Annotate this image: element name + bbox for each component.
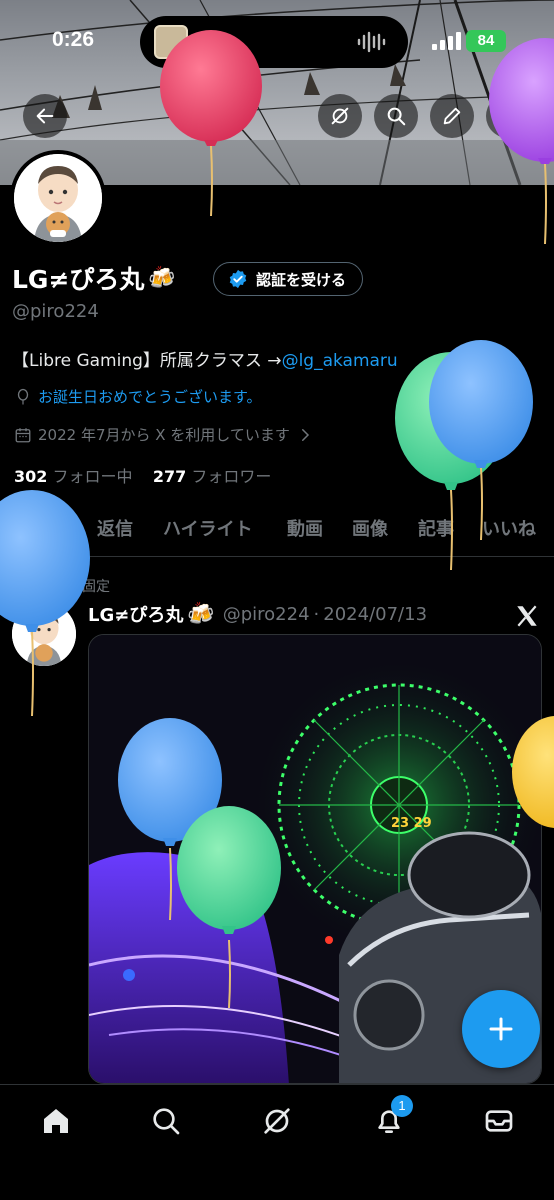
status-time: 0:26 — [52, 28, 95, 51]
active-tab-indicator — [10, 553, 76, 557]
messages-icon — [485, 1110, 513, 1132]
nav-notifications[interactable]: 1 — [369, 1095, 413, 1141]
x-logo-icon — [517, 605, 537, 627]
following-count: 302 — [14, 467, 48, 486]
search-icon — [387, 107, 406, 126]
tab-replies[interactable]: 返信 — [97, 515, 133, 541]
follow-stats: 302 フォロー中 277 フォロワー — [14, 463, 271, 487]
chevron-right-icon — [301, 428, 309, 441]
now-playing-artwork — [154, 25, 188, 59]
get-verified-button[interactable]: 認証を受ける — [213, 262, 364, 296]
joined-text: 2022 年7月から X を利用しています — [38, 426, 290, 444]
beer-emoji: 🍻 — [148, 265, 176, 291]
followers-link[interactable]: 277 フォロワー — [153, 467, 272, 486]
avatar-illustration — [12, 602, 76, 666]
pinned-indicator: 固定 — [58, 576, 110, 596]
tab-videos[interactable]: 動画 — [287, 515, 323, 541]
clock-text: 23 29 — [391, 816, 432, 831]
nav-search[interactable] — [146, 1101, 186, 1141]
profile-avatar[interactable] — [10, 150, 106, 246]
dynamic-island[interactable] — [140, 16, 408, 68]
share-button[interactable] — [486, 94, 530, 138]
profile-display-name: LG≠ぴろ丸 — [12, 265, 145, 294]
post-header: LG≠ぴろ丸 🍻 @piro224 · 2024/07/13 — [88, 601, 427, 627]
notification-badge: 1 — [391, 1095, 413, 1117]
pencil-icon — [443, 107, 461, 125]
profile-tabs: ポスト 返信 ハイライト 動画 画像 記事 いいね — [0, 505, 554, 557]
arrow-left-icon — [36, 108, 54, 124]
pin-icon — [60, 579, 72, 592]
status-bar: 0:26 84 — [0, 0, 554, 84]
post-author-avatar[interactable] — [12, 602, 76, 666]
grok-icon — [264, 1108, 290, 1134]
nav-messages[interactable] — [479, 1101, 519, 1141]
profile-handle: @piro224 — [12, 301, 99, 322]
profile-name-row: LG≠ぴろ丸 🍻 — [12, 258, 176, 298]
birthday-row: お誕生日おめでとうございます。 — [14, 386, 262, 407]
bio-mention-link[interactable]: @lg_akamaru — [282, 351, 398, 371]
home-icon — [44, 1109, 68, 1133]
tab-likes[interactable]: いいね — [482, 515, 536, 541]
followers-label: フォロワー — [191, 467, 272, 486]
grok-button[interactable] — [318, 94, 362, 138]
post-author-handle[interactable]: @piro224 — [223, 604, 310, 625]
following-link[interactable]: 302 フォロー中 — [14, 467, 133, 486]
share-icon — [500, 106, 516, 125]
verified-badge-icon — [229, 269, 247, 289]
search-icon — [153, 1108, 180, 1135]
calendar-icon — [15, 427, 31, 442]
grok-icon — [331, 107, 349, 125]
beer-emoji: 🍻 — [187, 601, 215, 627]
post-author-name[interactable]: LG≠ぴろ丸 — [88, 601, 183, 627]
bio-text: 【Libre Gaming】所属クラマス → — [12, 351, 282, 371]
search-button[interactable] — [374, 94, 418, 138]
audio-wave-icon — [357, 31, 386, 53]
edit-profile-button[interactable] — [430, 94, 474, 138]
post-date[interactable]: 2024/07/13 — [323, 604, 427, 625]
cellular-signal-icon — [432, 32, 461, 50]
nav-home[interactable] — [36, 1101, 76, 1141]
bottom-navigation: 1 — [0, 1084, 554, 1200]
nav-grok[interactable] — [257, 1101, 297, 1141]
following-label: フォロー中 — [52, 467, 133, 486]
pinned-label: 固定 — [82, 579, 110, 595]
followers-count: 277 — [152, 467, 187, 486]
compose-post-button[interactable] — [462, 990, 540, 1068]
balloon-icon — [17, 388, 29, 404]
birthday-text[interactable]: お誕生日おめでとうございます。 — [38, 386, 262, 407]
tab-images[interactable]: 画像 — [352, 515, 388, 541]
back-button[interactable] — [23, 94, 67, 138]
tab-articles[interactable]: 記事 — [418, 515, 454, 541]
tab-posts[interactable]: ポスト — [10, 515, 64, 541]
plus-icon — [489, 1017, 513, 1041]
avatar-illustration — [14, 154, 102, 242]
profile-bio: 【Libre Gaming】所属クラマス →@lg_akamaru — [12, 346, 398, 371]
joined-row[interactable]: 2022 年7月から X を利用しています — [14, 424, 314, 445]
post-separator: · — [313, 603, 320, 625]
battery-indicator: 84 — [466, 30, 506, 52]
tab-highlights[interactable]: ハイライト — [163, 515, 253, 541]
get-verified-label: 認証を受ける — [256, 270, 347, 289]
